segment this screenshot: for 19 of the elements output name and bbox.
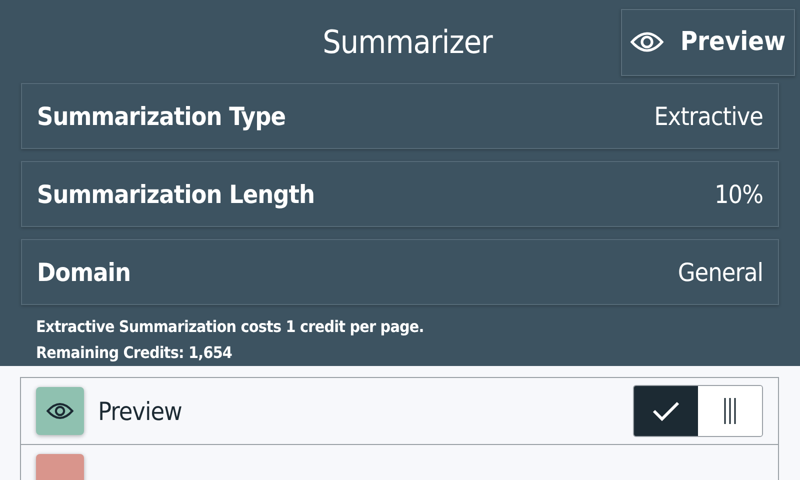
setting-value: Extractive <box>654 102 763 130</box>
info-text: Remaining Credits: 1,654 <box>36 342 234 364</box>
toggle-switch[interactable] <box>633 385 763 437</box>
info-text: Extractive Summarization costs 1 credit per page. <box>36 316 425 338</box>
setting-row[interactable]: Domain General <box>21 239 779 305</box>
screen-title: Summarizer <box>322 23 494 61</box>
setting-value: General <box>678 258 763 286</box>
item-label: Preview <box>98 396 183 426</box>
setting-label: Summarization Length <box>37 180 315 208</box>
grip-icon <box>723 398 737 424</box>
setting-row[interactable]: Summarization Type Extractive <box>21 83 779 149</box>
check-icon <box>651 399 681 423</box>
setting-label: Summarization Type <box>37 102 286 130</box>
setting-row[interactable]: Summarization Length 10% <box>21 161 779 227</box>
setting-label: Domain <box>37 258 130 286</box>
preview-button[interactable]: Preview <box>621 8 795 76</box>
eye-icon <box>46 402 74 420</box>
setting-value: 10% <box>714 180 763 208</box>
eye-icon <box>630 31 664 53</box>
